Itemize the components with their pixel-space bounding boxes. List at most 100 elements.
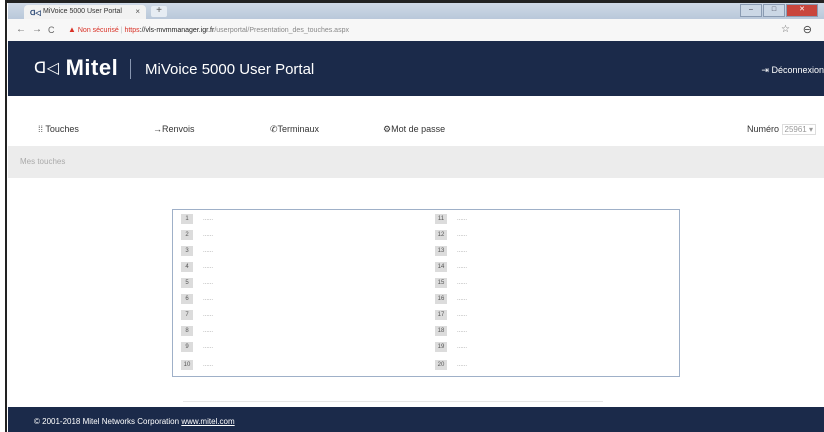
key-number: 1: [181, 214, 193, 224]
bookmark-star-icon[interactable]: ☆: [781, 24, 790, 35]
key-row[interactable]: 18......: [435, 325, 665, 338]
footer: © 2001-2018 Mitel Networks Corporation w…: [8, 407, 824, 432]
chevron-down-icon: ▾: [808, 125, 813, 134]
key-number: 10: [181, 360, 193, 370]
logout-icon: ⇥: [761, 65, 772, 75]
key-row[interactable]: 2......: [181, 229, 421, 242]
key-value: ......: [203, 264, 214, 270]
key-number: 16: [435, 294, 447, 304]
key-row[interactable]: 9......: [181, 341, 421, 354]
key-row[interactable]: 5......: [181, 277, 421, 290]
key-row[interactable]: 17......: [435, 309, 665, 322]
back-icon[interactable]: ←: [16, 24, 26, 35]
forward-icon[interactable]: →: [32, 24, 42, 35]
key-value: ......: [457, 264, 468, 270]
gear-icon: ⚙: [383, 124, 392, 134]
key-number: 4: [181, 262, 193, 272]
key-value: ......: [457, 280, 468, 286]
app-header: ᗡ◁ Mitel MiVoice 5000 User Portal ⇥ Décon…: [8, 41, 824, 96]
key-number: 15: [435, 278, 447, 288]
key-row[interactable]: 12......: [435, 229, 665, 242]
section-header: Mes touches: [8, 146, 824, 178]
key-number: 3: [181, 246, 193, 256]
key-value: ......: [203, 328, 214, 334]
mitel-logo[interactable]: ᗡ◁ Mitel: [34, 55, 118, 81]
mitel-link[interactable]: www.mitel.com: [181, 417, 234, 426]
mitel-logo-mark-icon: ᗡ◁: [34, 60, 60, 77]
new-tab-button[interactable]: +: [151, 6, 167, 17]
reload-icon[interactable]: C: [48, 25, 55, 35]
key-number: 5: [181, 278, 193, 288]
menu-item-label: Renvois: [162, 124, 195, 134]
menu-item-touches[interactable]: ⁞⁞ Touches: [38, 124, 79, 134]
numero-value: 25961: [784, 125, 807, 134]
phone-icon: ✆: [270, 124, 278, 134]
key-number: 12: [435, 230, 447, 240]
keys-panel: 1...... 2...... 3...... 4...... 5...... …: [172, 209, 680, 377]
key-row[interactable]: 15......: [435, 277, 665, 290]
key-value: ......: [457, 296, 468, 302]
key-row[interactable]: 6......: [181, 293, 421, 306]
key-number: 9: [181, 342, 193, 352]
section-title: Mes touches: [20, 157, 66, 166]
key-number: 8: [181, 326, 193, 336]
key-value: ......: [203, 216, 214, 222]
key-value: ......: [457, 362, 468, 368]
tab-strip: ᗡ◁ MiVoice 5000 User Portal × + – □ ✕: [8, 3, 824, 19]
main-menu: ⁞⁞ Touches →Renvois ✆Terminaux ⚙Mot de p…: [8, 96, 824, 146]
numero-label: Numéro: [746, 124, 779, 134]
key-number: 19: [435, 342, 447, 352]
tab-title: MiVoice 5000 User Portal: [43, 8, 122, 15]
key-number: 18: [435, 326, 447, 336]
key-row[interactable]: 20......: [435, 359, 665, 372]
key-number: 7: [181, 310, 193, 320]
address-bar: ← → C ▲ Non sécurisé | https://vls-mvmma…: [8, 19, 824, 42]
key-value: ......: [203, 344, 214, 350]
key-value: ......: [457, 312, 468, 318]
copyright-text: © 2001-2018 Mitel Networks Corporation: [34, 417, 180, 426]
header-divider: [130, 59, 131, 79]
key-row[interactable]: 19......: [435, 341, 665, 354]
key-row[interactable]: 16......: [435, 293, 665, 306]
url-scheme: https: [124, 27, 140, 34]
key-number: 13: [435, 246, 447, 256]
divider: [183, 401, 603, 402]
key-value: ......: [457, 328, 468, 334]
close-tab-icon[interactable]: ×: [135, 7, 140, 16]
warning-icon[interactable]: ▲: [68, 25, 76, 34]
copyright: © 2001-2018 Mitel Networks Corporation w…: [34, 417, 235, 426]
security-label[interactable]: Non sécurisé: [78, 27, 119, 34]
key-row[interactable]: 11......: [435, 213, 665, 226]
key-number: 2: [181, 230, 193, 240]
minimize-button[interactable]: –: [740, 4, 762, 17]
key-row[interactable]: 8......: [181, 325, 421, 338]
key-row[interactable]: 3......: [181, 245, 421, 258]
menu-item-terminaux[interactable]: ✆Terminaux: [270, 124, 319, 135]
menu-item-label: Mot de passe: [391, 124, 446, 134]
key-row[interactable]: 7......: [181, 309, 421, 322]
key-value: ......: [203, 296, 214, 302]
key-value: ......: [203, 248, 214, 254]
key-row[interactable]: 1......: [181, 213, 421, 226]
account-icon[interactable]: ⊖: [803, 23, 812, 36]
key-value: ......: [203, 362, 214, 368]
key-row[interactable]: 13......: [435, 245, 665, 258]
url-field[interactable]: ▲ Non sécurisé | https://vls-mvmmanager.…: [68, 23, 768, 37]
numero-selector: Numéro 25961 ▾: [747, 124, 816, 135]
key-row[interactable]: 14......: [435, 261, 665, 274]
close-window-button[interactable]: ✕: [786, 4, 818, 17]
maximize-button[interactable]: □: [763, 4, 785, 17]
key-value: ......: [457, 216, 468, 222]
key-row[interactable]: 4......: [181, 261, 421, 274]
logout-button[interactable]: ⇥ Déconnexion: [761, 65, 824, 76]
url-path: /userportal/Presentation_des_touches.asp…: [214, 27, 349, 34]
menu-item-renvois[interactable]: →Renvois: [153, 124, 195, 134]
browser-tab[interactable]: ᗡ◁ MiVoice 5000 User Portal ×: [24, 5, 146, 19]
app-title: MiVoice 5000 User Portal: [145, 61, 315, 78]
key-row[interactable]: 10......: [181, 359, 421, 372]
key-number: 6: [181, 294, 193, 304]
menu-item-mot-de-passe[interactable]: ⚙Mot de passe: [383, 124, 445, 135]
key-number: 14: [435, 262, 447, 272]
numero-select[interactable]: 25961 ▾: [781, 124, 816, 135]
key-number: 17: [435, 310, 447, 320]
